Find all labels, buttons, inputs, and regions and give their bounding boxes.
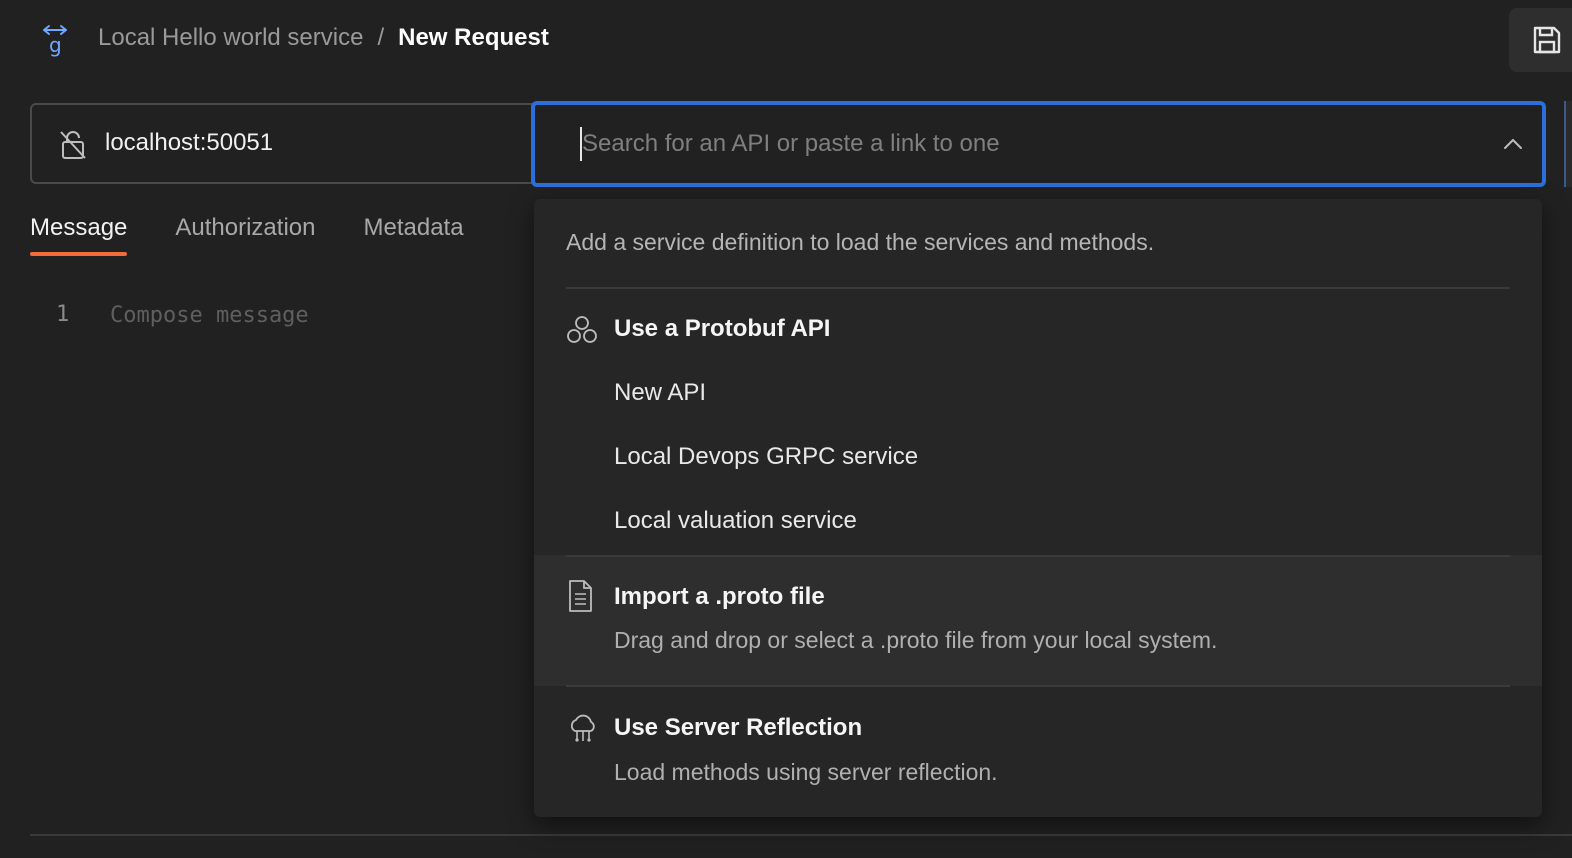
server-url-value[interactable]: localhost:50051 bbox=[105, 129, 273, 157]
save-button[interactable] bbox=[1509, 8, 1572, 72]
dropdown-divider bbox=[566, 287, 1510, 289]
tab-metadata[interactable]: Metadata bbox=[363, 214, 463, 256]
request-tabs: Message Authorization Metadata bbox=[30, 214, 512, 256]
server-reflection-description: Load methods using server reflection. bbox=[614, 759, 998, 785]
invoke-button-edge[interactable] bbox=[1564, 101, 1572, 187]
dropdown-divider bbox=[566, 555, 1510, 557]
divider bbox=[30, 834, 1572, 836]
message-editor[interactable]: Compose message bbox=[110, 303, 309, 328]
breadcrumb: Local Hello world service / New Request bbox=[98, 24, 549, 52]
api-option[interactable]: New API bbox=[614, 379, 706, 407]
protobuf-api-section-title: Use a Protobuf API bbox=[614, 315, 831, 342]
grpc-arrows-icon: g bbox=[43, 25, 67, 57]
request-header: g Local Hello world service / New Reques… bbox=[0, 0, 1572, 80]
import-proto-title[interactable]: Import a .proto file bbox=[614, 583, 825, 611]
hexagon-cluster-icon bbox=[567, 316, 597, 343]
unlocked-slash-icon bbox=[60, 131, 86, 159]
import-proto-option[interactable] bbox=[534, 555, 1542, 686]
breadcrumb-separator: / bbox=[377, 24, 385, 51]
grpc-request-page: g Local Hello world service / New Reques… bbox=[0, 0, 1572, 858]
document-icon bbox=[569, 580, 592, 612]
api-option[interactable]: Local Devops GRPC service bbox=[614, 443, 918, 471]
editor-line-number: 1 bbox=[56, 302, 70, 327]
svg-text:g: g bbox=[49, 33, 62, 57]
breadcrumb-request-name[interactable]: New Request bbox=[398, 24, 549, 52]
server-reflection-title[interactable]: Use Server Reflection bbox=[614, 714, 862, 742]
api-search-input[interactable] bbox=[580, 127, 1480, 161]
import-proto-description: Drag and drop or select a .proto file fr… bbox=[614, 627, 1218, 653]
breadcrumb-collection[interactable]: Local Hello world service bbox=[98, 24, 363, 52]
cloud-network-icon bbox=[570, 714, 595, 742]
dropdown-hint: Add a service definition to load the ser… bbox=[566, 229, 1155, 255]
api-selection-dropdown: Add a service definition to load the ser… bbox=[534, 199, 1542, 817]
dropdown-divider bbox=[566, 685, 1510, 687]
api-search-box[interactable] bbox=[531, 101, 1546, 187]
floppy-disk-icon bbox=[1533, 26, 1561, 54]
chevron-up-icon[interactable] bbox=[1502, 133, 1524, 155]
api-option[interactable]: Local valuation service bbox=[614, 507, 857, 535]
tab-message[interactable]: Message bbox=[30, 214, 128, 256]
server-url-field[interactable]: localhost:50051 bbox=[30, 103, 540, 184]
tab-authorization[interactable]: Authorization bbox=[175, 214, 315, 256]
